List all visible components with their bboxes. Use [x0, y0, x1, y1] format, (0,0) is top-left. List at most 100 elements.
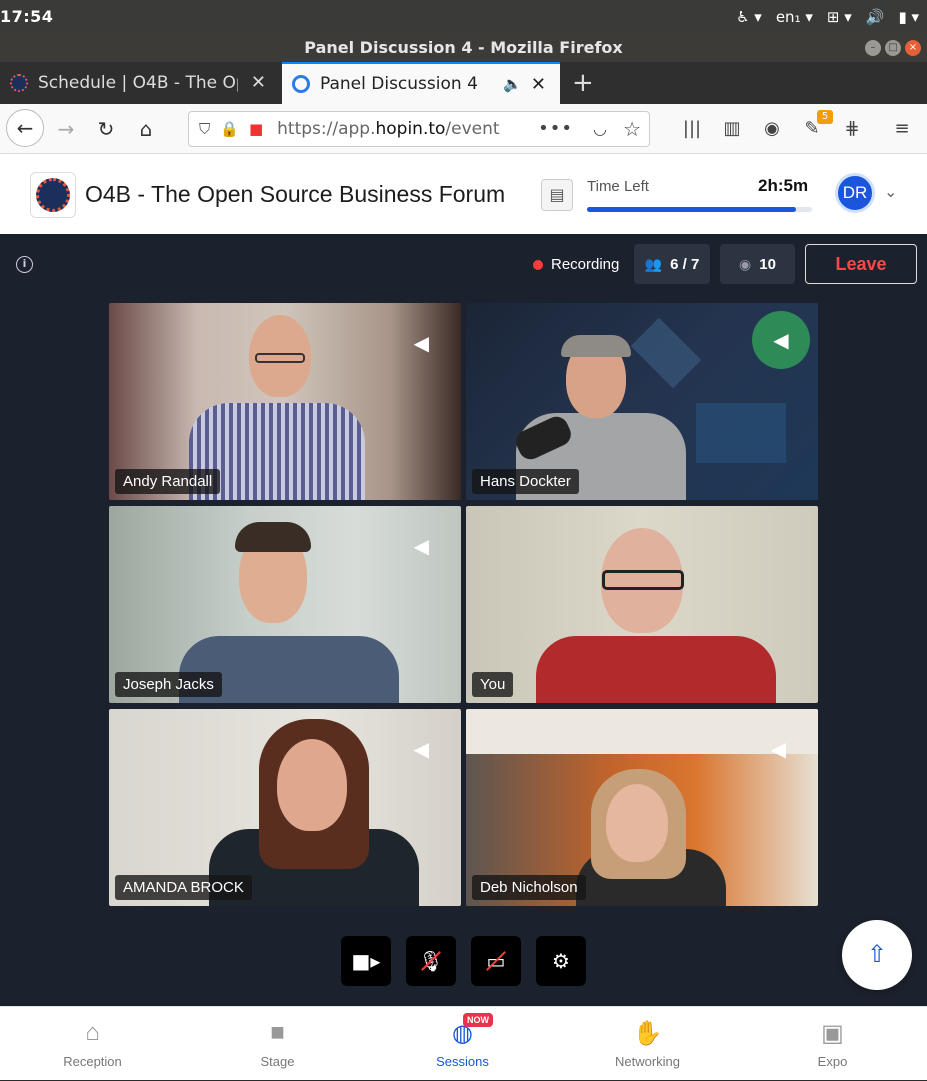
video-camera-icon: ■▸ — [351, 949, 381, 973]
gear-icon: ⚙ — [552, 949, 570, 973]
arrow-up-icon: ⇧ — [866, 940, 888, 968]
menu-icon[interactable]: ≡ — [886, 111, 918, 147]
tab-bar: Schedule | O4B - The Open Source Busines… — [0, 62, 927, 104]
window-title: Panel Discussion 4 - Mozilla Firefox — [0, 34, 927, 62]
leave-button[interactable]: Leave — [805, 244, 917, 284]
os-top-bar: 17:54 ♿ ▾ en₁ ▾ ⊞ ▾ 🔊 ▮ ▾ — [0, 0, 927, 34]
shield-icon[interactable]: ⛉ — [199, 120, 210, 138]
screen-share-button[interactable]: ▭ — [471, 936, 521, 986]
time-progress-fill — [587, 207, 797, 212]
accessibility-icon[interactable]: ♿ ▾ — [736, 8, 762, 26]
back-button[interactable]: ← — [6, 109, 44, 147]
home-icon: ⌂ — [85, 1019, 100, 1046]
hopin-favicon-icon — [292, 75, 310, 93]
participants-count[interactable]: 👥 6 / 7 — [634, 244, 710, 284]
bookmark-star-icon[interactable]: ☆ — [623, 117, 641, 141]
time-left-value: 2h:5m — [758, 176, 809, 195]
avatar[interactable]: DR — [835, 173, 875, 213]
window-controls: – □ × — [865, 40, 921, 56]
time-progress-bar — [587, 207, 812, 212]
event-header: O4B - The Open Source Business Forum ▤ T… — [0, 154, 927, 234]
camera-button[interactable]: ■▸ — [341, 936, 391, 986]
speaker-icon: ◀ — [770, 737, 786, 761]
speaker-icon: ◀ — [413, 737, 429, 761]
video-tile[interactable]: You — [466, 506, 818, 703]
recording-dot-icon — [533, 259, 543, 270]
settings-button[interactable]: ⚙ — [536, 936, 586, 986]
nav-label: Reception — [63, 1054, 122, 1069]
participant-name: Joseph Jacks — [115, 672, 222, 697]
event-title: O4B - The Open Source Business Forum — [85, 181, 506, 207]
event-logo[interactable] — [30, 172, 76, 218]
o4b-favicon-icon — [10, 74, 28, 92]
account-icon[interactable]: ◉ — [756, 111, 788, 147]
chevron-down-icon[interactable]: ⌄ — [884, 182, 897, 201]
participant-name: AMANDA BROCK — [115, 875, 252, 900]
clock: 17:54 — [0, 7, 54, 26]
eye-icon: ◉ — [739, 255, 752, 272]
participant-name: You — [472, 672, 514, 697]
library-icon[interactable]: ||| — [676, 111, 708, 147]
tab-panel-discussion[interactable]: Panel Discussion 4 🔈 ✕ — [282, 62, 560, 104]
url-bar[interactable]: ⛉ 🔒 ■ https://app.hopin.to/event ••• ◡ ☆ — [188, 111, 650, 147]
people-icon: 👥 — [644, 255, 663, 272]
nav-label: Networking — [614, 1054, 681, 1069]
video-camera-icon: ■ — [270, 1019, 285, 1046]
nav-label: Sessions — [436, 1054, 489, 1069]
battery-icon[interactable]: ▮ ▾ — [898, 8, 919, 26]
video-tile[interactable]: AMANDA BROCK ◀ — [109, 709, 461, 906]
speaker-icon: ◀ — [413, 534, 429, 558]
nav-item-expo[interactable]: ▣ Expo — [740, 1007, 925, 1081]
calendar-icon[interactable]: ▤ — [541, 179, 573, 211]
recording-indicator: Recording — [533, 256, 619, 273]
nav-item-stage[interactable]: ■ Stage — [185, 1007, 370, 1081]
url-text[interactable]: https://app.hopin.to/event — [277, 119, 499, 139]
video-tile[interactable]: Joseph Jacks ◀ — [109, 506, 461, 703]
tab-label: Panel Discussion 4 — [320, 74, 478, 94]
nav-item-networking[interactable]: ✋ Networking — [555, 1007, 740, 1081]
now-badge: NOW — [463, 1013, 493, 1027]
permissions-icon[interactable]: ■ — [249, 120, 263, 138]
video-tile[interactable]: Deb Nicholson ◀ — [466, 709, 818, 906]
system-tray: ♿ ▾ en₁ ▾ ⊞ ▾ 🔊 ▮ ▾ — [736, 4, 919, 30]
time-left-label: Time Left — [587, 178, 649, 195]
tab-audio-icon[interactable]: 🔈 — [503, 75, 522, 93]
volume-icon[interactable]: 🔊 — [866, 8, 885, 26]
booth-icon: ▣ — [821, 1020, 844, 1047]
close-tab-icon[interactable]: ✕ — [251, 72, 266, 93]
forward-button[interactable]: → — [48, 111, 84, 147]
reload-button[interactable]: ↻ — [88, 111, 124, 147]
video-tile[interactable]: Andy Randall ◀ — [109, 303, 461, 500]
close-window-icon[interactable]: × — [905, 40, 921, 56]
participant-name: Deb Nicholson — [472, 875, 586, 900]
speaker-icon: ◀ — [413, 331, 429, 355]
session-stage: i Recording 👥 6 / 7 ◉ 10 Leave Andy Randal… — [0, 234, 927, 1006]
network-icon[interactable]: ⊞ ▾ — [827, 8, 852, 26]
participant-name: Hans Dockter — [472, 469, 579, 494]
handshake-icon: ✋ — [632, 1020, 663, 1047]
page-actions-icon[interactable]: ••• — [538, 118, 573, 139]
home-button[interactable]: ⌂ — [128, 111, 164, 147]
navigation-bar: ← → ↻ ⌂ ⛉ 🔒 ■ https://app.hopin.to/event… — [0, 104, 927, 154]
nav-label: Expo — [817, 1054, 848, 1069]
maximize-icon[interactable]: □ — [885, 40, 901, 56]
extension-fence-icon[interactable]: ⋕ — [836, 111, 868, 147]
nav-label: Stage — [260, 1054, 295, 1069]
language-indicator[interactable]: en₁ ▾ — [776, 8, 813, 26]
video-tile[interactable]: Hans Dockter ◀ — [466, 303, 818, 500]
tab-schedule[interactable]: Schedule | O4B - The Open Source Busines… — [0, 62, 280, 104]
active-speaker-icon: ◀ — [752, 311, 810, 369]
lock-icon: 🔒 — [220, 120, 239, 138]
nav-item-reception[interactable]: ⌂ Reception — [0, 1007, 185, 1081]
extension-badge: 5 — [817, 110, 833, 124]
pocket-icon[interactable]: ◡ — [593, 119, 607, 138]
sidebar-icon[interactable]: ▥ — [716, 111, 748, 147]
upload-button[interactable]: ⇧ — [842, 920, 912, 990]
mute-button[interactable]: 🎙 — [406, 936, 456, 986]
viewers-count[interactable]: ◉ 10 — [720, 244, 795, 284]
new-tab-icon[interactable]: + — [572, 68, 594, 98]
tab-label: Schedule | O4B - The Open Source Busines… — [38, 73, 238, 93]
close-tab-icon[interactable]: ✕ — [531, 74, 546, 95]
minimize-icon[interactable]: – — [865, 40, 881, 56]
info-icon[interactable]: i — [16, 256, 33, 273]
